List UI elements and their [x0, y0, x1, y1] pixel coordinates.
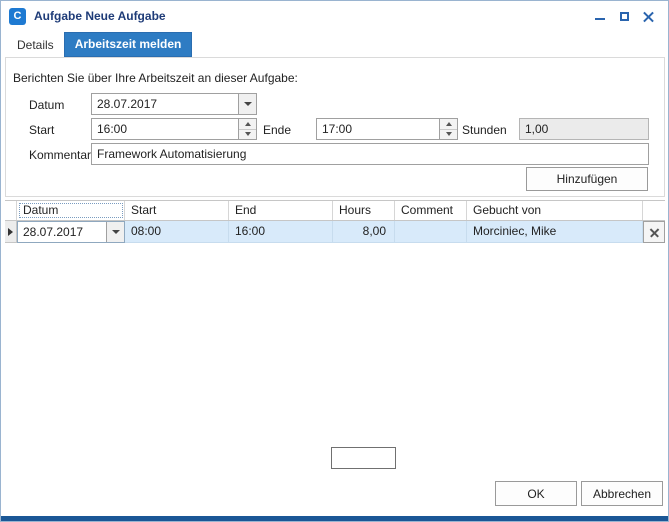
arrow-down-icon [245, 132, 251, 136]
instruction-text: Berichten Sie über Ihre Arbeitszeit an d… [13, 71, 298, 85]
app-icon: C [9, 8, 26, 25]
datum-combobox[interactable] [91, 93, 257, 115]
datum-input[interactable] [92, 94, 238, 114]
row-hours-cell[interactable]: 8,00 [333, 221, 395, 243]
ende-spin-down-button[interactable] [440, 130, 457, 140]
stunden-field [519, 118, 649, 140]
maximize-button[interactable] [612, 6, 636, 26]
maximize-icon [620, 12, 629, 21]
row-datum-dropdown-button[interactable] [106, 222, 124, 242]
row-comment-cell[interactable] [395, 221, 467, 243]
chevron-down-icon [244, 102, 252, 106]
minimize-icon [595, 18, 605, 20]
start-spin-down-button[interactable] [239, 130, 256, 140]
start-spin-buttons [238, 119, 256, 139]
start-label: Start [29, 123, 54, 137]
empty-text-box[interactable] [331, 447, 396, 469]
worktime-grid: Datum Start End Hours Comment Gebucht vo… [5, 200, 665, 243]
start-spinedit[interactable] [91, 118, 257, 140]
kommentar-label: Kommentar [29, 148, 91, 162]
arrow-up-icon [446, 122, 452, 126]
table-row[interactable]: 28.07.2017 08:00 16:00 8,00 Morciniec, M… [5, 221, 665, 243]
column-header-gebucht-von[interactable]: Gebucht von [467, 201, 643, 220]
delete-row-button[interactable] [643, 221, 665, 243]
close-icon [643, 11, 654, 22]
row-arrow-icon [8, 228, 13, 236]
bottom-accent-bar [1, 516, 668, 521]
ende-label: Ende [263, 123, 291, 137]
window-controls [588, 6, 660, 26]
row-start-cell[interactable]: 08:00 [125, 221, 229, 243]
tabstrip: Details Arbeitszeit melden [7, 35, 192, 57]
ende-spin-up-button[interactable] [440, 119, 457, 130]
row-indicator [5, 221, 17, 243]
row-gebucht-von-cell[interactable]: Morciniec, Mike [467, 221, 643, 243]
row-end-cell[interactable]: 16:00 [229, 221, 333, 243]
start-input[interactable] [92, 119, 238, 139]
datum-dropdown-button[interactable] [238, 94, 256, 114]
row-datum-cell[interactable]: 28.07.2017 [17, 221, 125, 243]
arrow-up-icon [245, 122, 251, 126]
row-datum-value: 28.07.2017 [18, 222, 106, 242]
abbrechen-button[interactable]: Abbrechen [581, 481, 663, 506]
ende-spin-buttons [439, 119, 457, 139]
start-spin-up-button[interactable] [239, 119, 256, 130]
stunden-input [520, 119, 648, 139]
delete-icon [650, 228, 659, 237]
arrow-down-icon [446, 132, 452, 136]
ende-spinedit[interactable] [316, 118, 458, 140]
datum-label: Datum [29, 98, 64, 112]
close-button[interactable] [636, 6, 660, 26]
column-header-comment[interactable]: Comment [395, 201, 467, 220]
column-header-start[interactable]: Start [125, 201, 229, 220]
kommentar-field[interactable] [91, 143, 649, 165]
column-header-hours[interactable]: Hours [333, 201, 395, 220]
column-header-actions [643, 201, 665, 220]
tab-details[interactable]: Details [7, 34, 64, 57]
task-dialog-window: C Aufgabe Neue Aufgabe Details Arbeitsze… [0, 0, 669, 522]
hinzufuegen-button[interactable]: Hinzufügen [526, 167, 648, 191]
stunden-label: Stunden [462, 123, 507, 137]
column-header-end[interactable]: End [229, 201, 333, 220]
ende-input[interactable] [317, 119, 439, 139]
minimize-button[interactable] [588, 6, 612, 26]
grid-header: Datum Start End Hours Comment Gebucht vo… [5, 200, 665, 221]
column-header-datum[interactable]: Datum [17, 201, 125, 220]
titlebar: C Aufgabe Neue Aufgabe [1, 1, 668, 31]
kommentar-input[interactable] [92, 144, 648, 164]
ok-button[interactable]: OK [495, 481, 577, 506]
chevron-down-icon [112, 230, 120, 234]
tab-arbeitszeit-melden[interactable]: Arbeitszeit melden [64, 32, 193, 57]
window-title: Aufgabe Neue Aufgabe [34, 9, 166, 23]
row-indicator-header [5, 201, 17, 220]
